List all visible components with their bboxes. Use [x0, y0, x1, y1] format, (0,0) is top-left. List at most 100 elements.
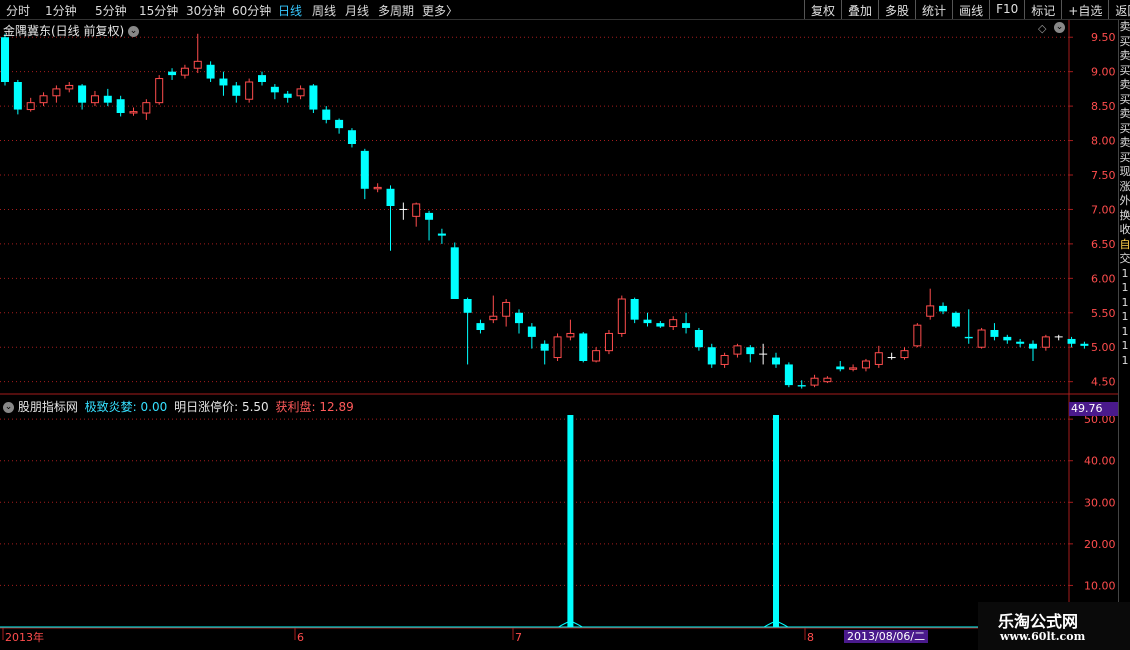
- indicator-axis-label: 20.00: [1084, 538, 1116, 551]
- candle-body: [1080, 343, 1089, 346]
- candle-body: [103, 95, 112, 103]
- candle-body: [335, 119, 344, 129]
- price-axis-label: 4.50: [1091, 376, 1116, 389]
- candle-body: [26, 102, 35, 111]
- chevron-down-icon[interactable]: ⌄: [128, 26, 140, 37]
- sidebar-char: 卖: [1119, 20, 1130, 33]
- indicator-label-1: 极致炎婪:: [84, 400, 137, 414]
- price-axis-label: 5.50: [1091, 307, 1116, 320]
- sidebar-char: 自: [1119, 237, 1130, 251]
- sidebar-char: 1: [1121, 339, 1129, 352]
- candle-body: [861, 360, 870, 369]
- candle-body: [823, 377, 832, 383]
- candle-body: [540, 343, 549, 351]
- candle-body: [990, 330, 999, 337]
- indicator-value-3: 12.89: [319, 400, 354, 414]
- indicator-spike: [567, 415, 574, 627]
- candle-body: [604, 332, 613, 352]
- candle-body: [116, 99, 125, 113]
- candle-body: [232, 85, 241, 96]
- indicator-value-2: 5.50: [241, 400, 269, 414]
- watermark-title: 乐淘公式网: [998, 612, 1079, 631]
- kline-chart[interactable]: 9.50 9.00 8.50 8.00 7.50 7.00 6.50 6.00 5.50 5.00…: [0, 0, 1118, 650]
- candle-body: [309, 85, 318, 110]
- price-axis-label: 7.50: [1091, 169, 1116, 182]
- candle-body: [489, 315, 498, 321]
- candle-body: [437, 233, 446, 236]
- chevron-down-icon[interactable]: ⌄: [1054, 22, 1065, 33]
- indicator-label-2: 明日涨停价:: [174, 400, 239, 414]
- candle-body: [193, 60, 202, 69]
- sidebar-char: 买: [1119, 34, 1130, 48]
- candle-body: [900, 350, 909, 359]
- candle-body: [219, 78, 228, 86]
- current-value-badge: 49.76: [1069, 402, 1118, 416]
- price-axis-label: 7.00: [1091, 203, 1116, 216]
- price-axis-label: 8.00: [1091, 135, 1116, 148]
- indicator-axis-label: 10.00: [1084, 579, 1116, 592]
- candle-body: [296, 88, 305, 97]
- candle-body: [65, 84, 74, 90]
- candle-body: [1003, 336, 1012, 341]
- candle-body: [373, 186, 382, 190]
- indicator-label-3: 获利盘:: [275, 400, 316, 414]
- candle-body: [926, 305, 935, 317]
- sidebar-char: 1: [1121, 281, 1129, 294]
- candle-body: [39, 95, 48, 104]
- stock-title: 金隅冀东(日线 前复权): [3, 24, 125, 38]
- sidebar-char: 外: [1119, 194, 1130, 207]
- candle-body: [836, 366, 845, 370]
- watermark-url: www.60lt.com: [1000, 630, 1086, 643]
- candle-body: [412, 203, 421, 217]
- cursor-date-badge: 2013/08/06/二: [844, 630, 929, 643]
- candle-body: [874, 352, 883, 365]
- date-axis-label: 8: [807, 631, 814, 644]
- candle-body: [245, 81, 254, 100]
- candle-body: [347, 130, 356, 144]
- candle-body: [142, 102, 151, 114]
- candle-body: [977, 329, 986, 348]
- candle-body: [579, 333, 588, 361]
- candle-body: [1067, 338, 1076, 344]
- candle-body: [258, 75, 266, 82]
- candle-body: [784, 364, 793, 386]
- sidebar-char: 买: [1119, 150, 1130, 164]
- sidebar-char: 涨: [1119, 179, 1130, 193]
- chevron-down-icon[interactable]: ⌄: [3, 402, 14, 413]
- candle-body: [682, 323, 691, 328]
- candle-body: [515, 312, 523, 324]
- indicator-axis-label: 40.00: [1084, 455, 1116, 468]
- sidebar-char: 现: [1119, 165, 1130, 178]
- candle-body: [1041, 336, 1050, 348]
- candle-body: [939, 305, 948, 312]
- candle-body: [694, 330, 703, 348]
- candle-body: [720, 354, 729, 365]
- candle-body: [270, 86, 279, 93]
- candle-body: [90, 95, 99, 104]
- candle-body: [425, 212, 434, 220]
- sidebar-char: 卖: [1119, 49, 1130, 62]
- watermark: 乐淘公式网 www.60lt.com: [978, 602, 1130, 650]
- candle-body: [180, 67, 189, 76]
- candle-body: [155, 78, 164, 104]
- candle-body: [52, 88, 61, 97]
- indicator-name: 股朋指标网: [17, 400, 78, 414]
- candle-body: [746, 347, 755, 355]
- indicator-spike: [773, 415, 779, 627]
- candle-body: [1, 37, 9, 82]
- candle-body: [206, 64, 215, 79]
- candle-body: [913, 324, 922, 347]
- diamond-icon[interactable]: ◇: [1038, 22, 1046, 35]
- candle-body: [656, 323, 665, 327]
- candle-body: [669, 319, 678, 328]
- sidebar-char: 买: [1119, 63, 1130, 77]
- sidebar-char: 收: [1119, 223, 1130, 236]
- candle-body: [283, 93, 292, 98]
- sidebar-char: 卖: [1119, 78, 1130, 91]
- candle-body: [360, 150, 369, 189]
- candle-body: [450, 247, 459, 299]
- sidebar-char: 1: [1121, 295, 1129, 309]
- candle-body: [630, 299, 639, 320]
- indicator-value-1: 0.00: [140, 400, 168, 414]
- candle-body: [168, 71, 177, 76]
